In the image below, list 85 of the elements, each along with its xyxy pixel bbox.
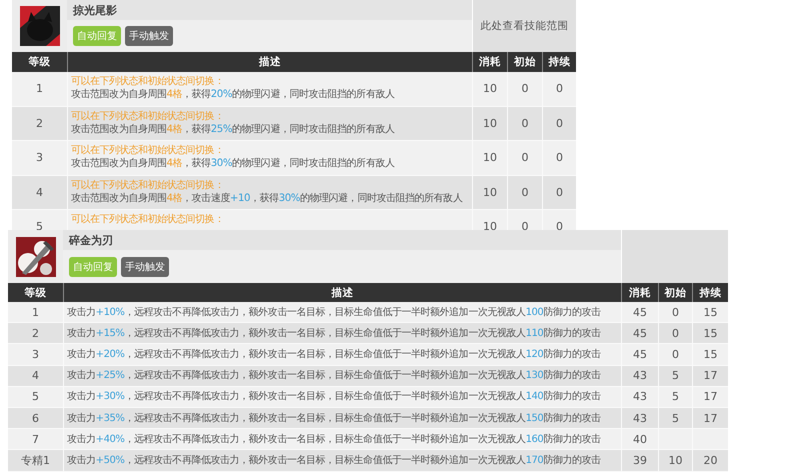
table-cell: 0 <box>542 141 576 176</box>
table-cell <box>658 429 692 450</box>
description-text: 攻击力+50%，远程攻击不再降低攻击力，额外攻击一名目标，目标生命值低于一半时额外追加一次无视敌人170防御力的攻击 <box>67 454 601 467</box>
table-cell: 10 <box>658 450 692 472</box>
table-cell: 15 <box>692 344 728 366</box>
table-cell: 0 <box>507 72 542 106</box>
table-cell: 20 <box>692 450 728 472</box>
table-cell: 0 <box>542 72 576 106</box>
table-cell: 0 <box>542 176 576 210</box>
table-cell: 10 <box>472 141 507 176</box>
table-cell: 0 <box>658 344 692 366</box>
table-cell: 45 <box>621 302 658 324</box>
description-text: 攻击力+15%，远程攻击不再降低攻击力，额外攻击一名目标，目标生命值低于一半时额外追加一次无视敌人110防御力的攻击 <box>67 326 601 340</box>
table-cell: 0 <box>542 106 576 141</box>
column-header: 初始 <box>658 283 692 302</box>
table-cell: 4 <box>12 176 67 210</box>
table-cell: 5 <box>658 408 692 430</box>
column-header: 等级 <box>12 52 67 72</box>
table-cell: 43 <box>621 366 658 387</box>
skill-tag: 手动触发 <box>121 256 169 276</box>
skill-icon <box>20 6 60 46</box>
table-cell <box>692 429 728 450</box>
table-cell: 10 <box>472 72 507 106</box>
table-cell: 5 <box>658 386 692 408</box>
table-cell: 15 <box>692 323 728 344</box>
description-text: 攻击力+30%，远程攻击不再降低攻击力，额外攻击一名目标，目标生命值低于一半时额外追加一次无视敌人140防御力的攻击 <box>67 390 601 404</box>
table-cell: 40 <box>621 429 658 450</box>
column-header: 持续 <box>692 283 728 302</box>
skill-name: 碎金为刃 <box>69 232 113 248</box>
table-cell: 4 <box>8 366 63 387</box>
description-text: 攻击力+10%，远程攻击不再降低攻击力，额外攻击一名目标，目标生命值低于一半时额外追加一次无视敌人100防御力的攻击 <box>67 306 601 319</box>
description-text: 攻击力+25%，远程攻击不再降低攻击力，额外攻击一名目标，目标生命值低于一半时额外追加一次无视敌人130防御力的攻击 <box>67 369 601 382</box>
table-cell: 3 <box>12 141 67 176</box>
column-header: 初始 <box>507 52 542 72</box>
skill-name: 掠光尾影 <box>73 2 117 18</box>
skill-tag: 手动触发 <box>125 26 173 46</box>
skill-tag: 自动回复 <box>73 26 121 46</box>
table-cell: 3 <box>8 344 63 366</box>
column-header: 持续 <box>542 52 576 72</box>
table-cell: 15 <box>692 302 728 324</box>
table-cell: 39 <box>621 450 658 472</box>
table-cell: 10 <box>472 176 507 210</box>
description-text: 攻击力+20%，远程攻击不再降低攻击力，额外攻击一名目标，目标生命值低于一半时额外追加一次无视敌人120防御力的攻击 <box>67 348 601 361</box>
column-header: 描述 <box>67 52 472 72</box>
description-text: 攻击力+35%，远程攻击不再降低攻击力，额外攻击一名目标，目标生命值低于一半时额外追加一次无视敌人150防御力的攻击 <box>67 412 601 425</box>
column-header: 消耗 <box>472 52 507 72</box>
description-text: 可以在下列状态和初始状态间切换： <box>71 75 224 88</box>
description-text: 攻击范围改为自身周围4格，获得25%的物理闪避，同时攻击阻挡的所有敌人 <box>71 122 394 136</box>
table-cell: 45 <box>621 323 658 344</box>
table-cell: 2 <box>8 323 63 344</box>
range-panel[interactable]: 此处查看技能范围 <box>472 0 576 52</box>
table-cell: 43 <box>621 386 658 408</box>
table-cell: 7 <box>8 429 63 450</box>
table-cell: 0 <box>658 302 692 324</box>
description-text: 攻击范围改为自身周围4格，获得30%的物理闪避，同时攻击阻挡的所有敌人 <box>71 157 394 170</box>
column-header: 消耗 <box>621 283 658 302</box>
description-text: 可以在下列状态和初始状态间切换： <box>71 144 224 158</box>
skill-icon <box>16 236 56 276</box>
table-cell: 17 <box>692 366 728 387</box>
description-text: 攻击范围改为自身周围4格，攻击速度+10，获得30%的物理闪避，同时攻击阻挡的所有敌人 <box>71 192 462 205</box>
table-cell: 10 <box>472 106 507 141</box>
table-cell: 1 <box>12 72 67 106</box>
description-text: 攻击力+40%，远程攻击不再降低攻击力，额外攻击一名目标，目标生命值低于一半时额外追加一次无视敌人160防御力的攻击 <box>67 432 601 446</box>
table-cell: 45 <box>621 344 658 366</box>
column-header: 描述 <box>63 283 621 302</box>
table-cell: 0 <box>507 106 542 141</box>
table-cell: 专精1 <box>8 450 63 472</box>
table-cell: 0 <box>507 141 542 176</box>
table-cell: 6 <box>8 408 63 430</box>
range-panel[interactable] <box>621 230 728 283</box>
description-text: 攻击范围改为自身周围4格，获得20%的物理闪避，同时攻击阻挡的所有敌人 <box>71 88 394 102</box>
description-text: 可以在下列状态和初始状态间切换： <box>71 213 224 226</box>
skill-tag: 自动回复 <box>69 256 117 276</box>
table-cell: 2 <box>12 106 67 141</box>
table-cell: 0 <box>507 176 542 210</box>
table-cell: 0 <box>658 323 692 344</box>
table-cell: 17 <box>692 386 728 408</box>
table-cell: 17 <box>692 408 728 430</box>
description-text: 可以在下列状态和初始状态间切换： <box>71 110 224 123</box>
table-cell: 5 <box>8 386 63 408</box>
description-text: 可以在下列状态和初始状态间切换： <box>71 178 224 192</box>
table-cell: 1 <box>8 302 63 324</box>
column-header: 等级 <box>8 283 63 302</box>
table-cell: 5 <box>658 366 692 387</box>
table-cell: 43 <box>621 408 658 430</box>
